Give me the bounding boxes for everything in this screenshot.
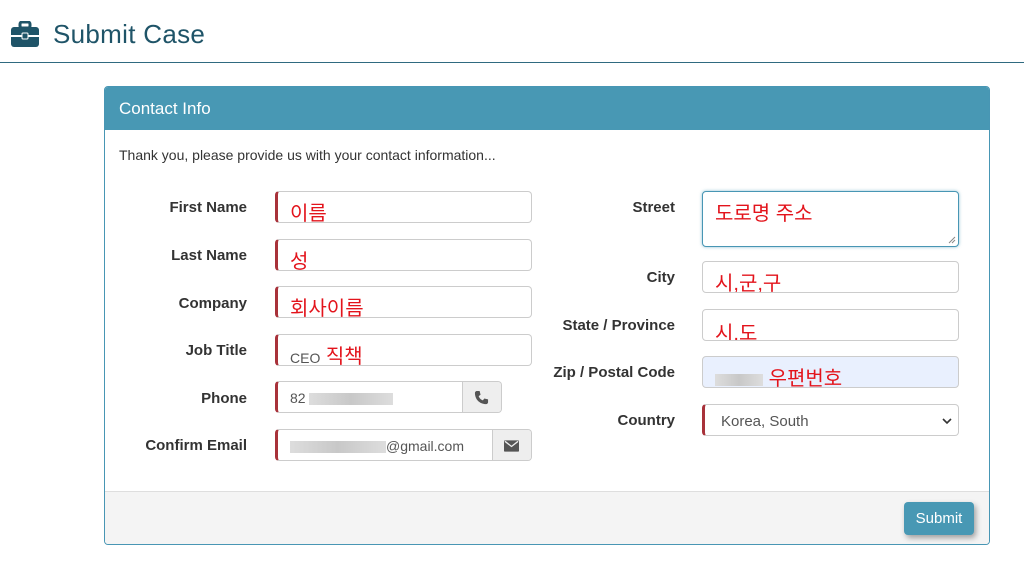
city-value: 시,군,구 (715, 273, 782, 293)
company-value: 회사이름 (290, 298, 364, 318)
street-textarea[interactable]: 도로명 주소 (702, 191, 959, 247)
city-label: City (646, 269, 675, 286)
panel-header: Contact Info (105, 87, 989, 130)
redacted-zip (715, 373, 763, 386)
confirm-email-value: @gmail.com (290, 438, 464, 454)
first-name-field[interactable]: 이름 (275, 191, 532, 223)
briefcase-icon (11, 21, 39, 47)
street-value: 도로명 주소 (715, 203, 813, 225)
phone-field[interactable]: 82 (275, 381, 502, 413)
resize-grip-icon[interactable] (948, 236, 956, 244)
page-header: Submit Case (0, 0, 1024, 63)
phone-icon (474, 390, 489, 405)
state-field[interactable]: 시,도 (702, 309, 959, 341)
redacted-email (290, 441, 386, 454)
envelope-icon (504, 440, 519, 452)
contact-info-panel: Contact Info Thank you, please provide u… (104, 86, 990, 545)
state-value: 시,도 (715, 323, 758, 341)
panel-title: Contact Info (119, 99, 211, 118)
phone-addon (462, 382, 501, 412)
page-title: Submit Case (53, 19, 206, 49)
redacted-phone (309, 393, 394, 406)
intro-text: Thank you, please provide us with your c… (119, 147, 496, 163)
street-label: Street (632, 199, 675, 216)
job-title-value: CEO 직책 (290, 340, 363, 366)
submit-button[interactable]: Submit (904, 502, 974, 535)
job-title-prefix: CEO (290, 350, 321, 366)
country-label: Country (617, 412, 676, 429)
phone-value: 82 (290, 390, 394, 406)
job-title-field[interactable]: CEO 직책 (275, 334, 532, 366)
email-domain: @gmail.com (386, 438, 465, 454)
company-label: Company (178, 295, 247, 312)
zip-field[interactable]: 우편번호 (702, 356, 959, 388)
country-value: Korea, South (721, 413, 809, 430)
last-name-label: Last Name (171, 247, 247, 264)
email-addon (492, 430, 531, 460)
phone-label: Phone (201, 390, 247, 407)
country-select[interactable]: Korea, South (702, 404, 959, 436)
job-title-annotation: 직책 (325, 346, 363, 366)
last-name-value: 성 (290, 251, 309, 271)
confirm-email-label: Confirm Email (145, 437, 247, 454)
panel-footer: Submit (105, 491, 989, 544)
company-field[interactable]: 회사이름 (275, 286, 532, 318)
state-label: State / Province (562, 317, 675, 334)
zip-annotation: 우편번호 (768, 368, 843, 388)
zip-value: 우편번호 (715, 362, 843, 388)
first-name-value: 이름 (290, 203, 327, 223)
last-name-field[interactable]: 성 (275, 239, 532, 271)
confirm-email-field[interactable]: @gmail.com (275, 429, 532, 461)
job-title-label: Job Title (185, 342, 247, 359)
chevron-down-icon (942, 418, 952, 425)
city-field[interactable]: 시,군,구 (702, 261, 959, 293)
phone-prefix: 82 (290, 390, 306, 406)
first-name-label: First Name (169, 199, 247, 216)
zip-label: Zip / Postal Code (553, 364, 675, 381)
